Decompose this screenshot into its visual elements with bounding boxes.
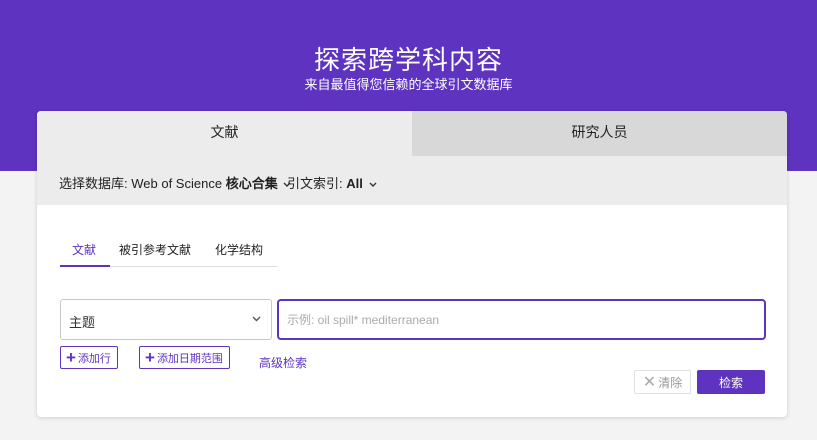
- citation-index-label: 引文索引:: [287, 176, 343, 191]
- clear-button[interactable]: ✕ 清除: [634, 370, 691, 394]
- citation-index-value: All: [346, 176, 363, 191]
- add-date-range-label: 添加日期范围: [156, 352, 223, 365]
- database-value-bold: 核心合集: [225, 176, 278, 191]
- tab-researchers[interactable]: 研究人员: [412, 111, 787, 156]
- add-date-range-button[interactable]: + 添加日期范围: [139, 346, 230, 369]
- clear-label: 清除: [658, 375, 683, 390]
- plus-icon: +: [145, 348, 155, 367]
- search-button[interactable]: 检索: [697, 370, 765, 394]
- tab-documents[interactable]: 文献: [37, 111, 412, 156]
- chevron-down-icon: [252, 316, 261, 322]
- field-select[interactable]: 主题: [60, 299, 272, 340]
- hero-title: 探索跨学科内容: [313, 45, 503, 75]
- database-label: 选择数据库:: [59, 176, 128, 191]
- search-type-tabs: 文献 被引参考文献 化学结构: [60, 237, 277, 267]
- database-bar: 选择数据库: Web of Science 核心合集 引文索引: All: [37, 156, 787, 205]
- database-value: Web of Science: [131, 176, 223, 191]
- subtab-cited-references[interactable]: 被引参考文献: [119, 241, 191, 258]
- search-card: 文献 研究人员 选择数据库: Web of Science 核心合集 引文索引:…: [37, 111, 787, 417]
- active-tab-underline: [60, 265, 110, 267]
- database-selector[interactable]: 选择数据库: Web of Science 核心合集: [59, 173, 291, 192]
- subtab-chemical-structure[interactable]: 化学结构: [215, 241, 263, 258]
- subtab-documents[interactable]: 文献: [72, 241, 96, 258]
- close-icon: ✕: [642, 374, 657, 391]
- field-select-value: 主题: [69, 315, 96, 330]
- citation-index-selector[interactable]: 引文索引: All: [287, 173, 377, 192]
- plus-icon: +: [66, 348, 76, 367]
- hero-subtitle: 来自最值得您信赖的全球引文数据库: [304, 77, 513, 92]
- top-tabs: 文献 研究人员: [37, 111, 787, 156]
- add-row-button[interactable]: + 添加行: [60, 346, 118, 369]
- add-row-label: 添加行: [77, 352, 111, 365]
- chevron-down-icon: [369, 182, 376, 187]
- advanced-search-link[interactable]: 高级检索: [259, 354, 307, 371]
- search-input[interactable]: [277, 299, 766, 340]
